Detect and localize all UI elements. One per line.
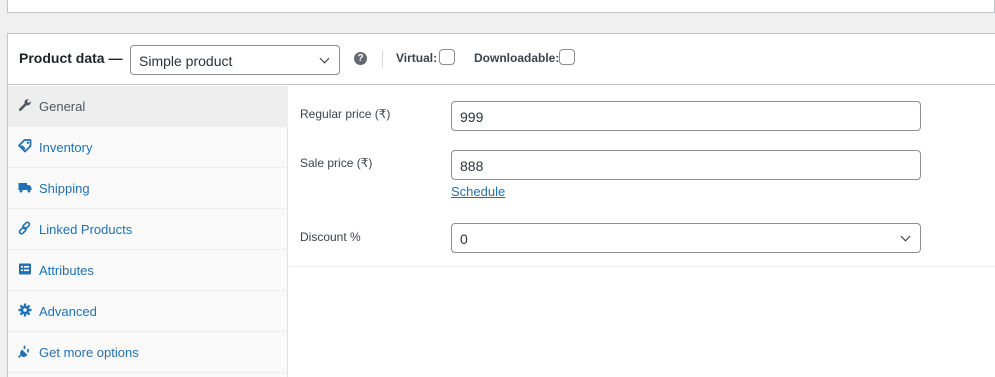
tab-attributes[interactable]: Attributes xyxy=(8,250,288,291)
regular-price-input[interactable]: 999 xyxy=(451,101,921,131)
tab-label: Shipping xyxy=(39,181,90,196)
schedule-link[interactable]: Schedule xyxy=(451,184,505,199)
product-data-tabs: General Inventory Shipping Linked Produc… xyxy=(8,86,288,377)
tab-label: Linked Products xyxy=(39,222,133,237)
virtual-checkbox[interactable] xyxy=(439,49,455,65)
tab-advanced[interactable]: Advanced xyxy=(8,291,288,332)
gear-icon xyxy=(18,303,32,317)
tab-general[interactable]: General xyxy=(8,86,288,127)
tab-label: Attributes xyxy=(39,263,94,278)
product-data-header: Product data — Simple product ? Virtual:… xyxy=(8,34,995,85)
discount-value: 0 xyxy=(460,231,468,247)
sale-price-input[interactable]: 888 xyxy=(451,150,921,180)
sale-price-value: 888 xyxy=(460,158,484,174)
tab-label: General xyxy=(39,99,86,114)
downloadable-label: Downloadable: xyxy=(474,51,560,65)
discount-select[interactable]: 0 xyxy=(451,223,921,253)
tag-icon xyxy=(18,139,32,153)
help-icon[interactable]: ? xyxy=(354,52,367,65)
previous-metabox xyxy=(7,0,995,13)
virtual-label: Virtual: xyxy=(396,51,438,65)
general-panel: Regular price (₹) 999 Sale price (₹) 888… xyxy=(289,86,995,267)
tab-label: Inventory xyxy=(39,140,93,155)
wrench-icon xyxy=(18,99,31,111)
product-type-value: Simple product xyxy=(139,53,233,69)
tab-linked-products[interactable]: Linked Products xyxy=(8,209,288,250)
page-background xyxy=(0,0,7,377)
tab-label: Advanced xyxy=(39,304,97,319)
regular-price-label: Regular price (₹) xyxy=(300,107,391,121)
product-type-select[interactable]: Simple product xyxy=(130,45,340,75)
truck-icon xyxy=(18,183,32,193)
downloadable-checkbox[interactable] xyxy=(559,49,575,65)
header-divider xyxy=(382,50,383,68)
tab-get-more-options[interactable]: Get more options xyxy=(8,332,288,373)
tab-label: Get more options xyxy=(39,345,139,360)
sale-price-label: Sale price (₹) xyxy=(300,156,373,170)
regular-price-value: 999 xyxy=(460,109,484,125)
panel-title: Product data — xyxy=(19,50,123,66)
discount-label: Discount % xyxy=(300,230,361,244)
link-icon xyxy=(18,221,31,235)
product-data-panel: Product data — Simple product ? Virtual:… xyxy=(7,33,995,377)
chevron-down-icon xyxy=(319,53,330,64)
tab-inventory[interactable]: Inventory xyxy=(8,127,288,168)
list-icon xyxy=(19,263,31,275)
chevron-down-icon xyxy=(900,231,911,242)
plugin-icon xyxy=(18,345,29,358)
tab-shipping[interactable]: Shipping xyxy=(8,168,288,209)
